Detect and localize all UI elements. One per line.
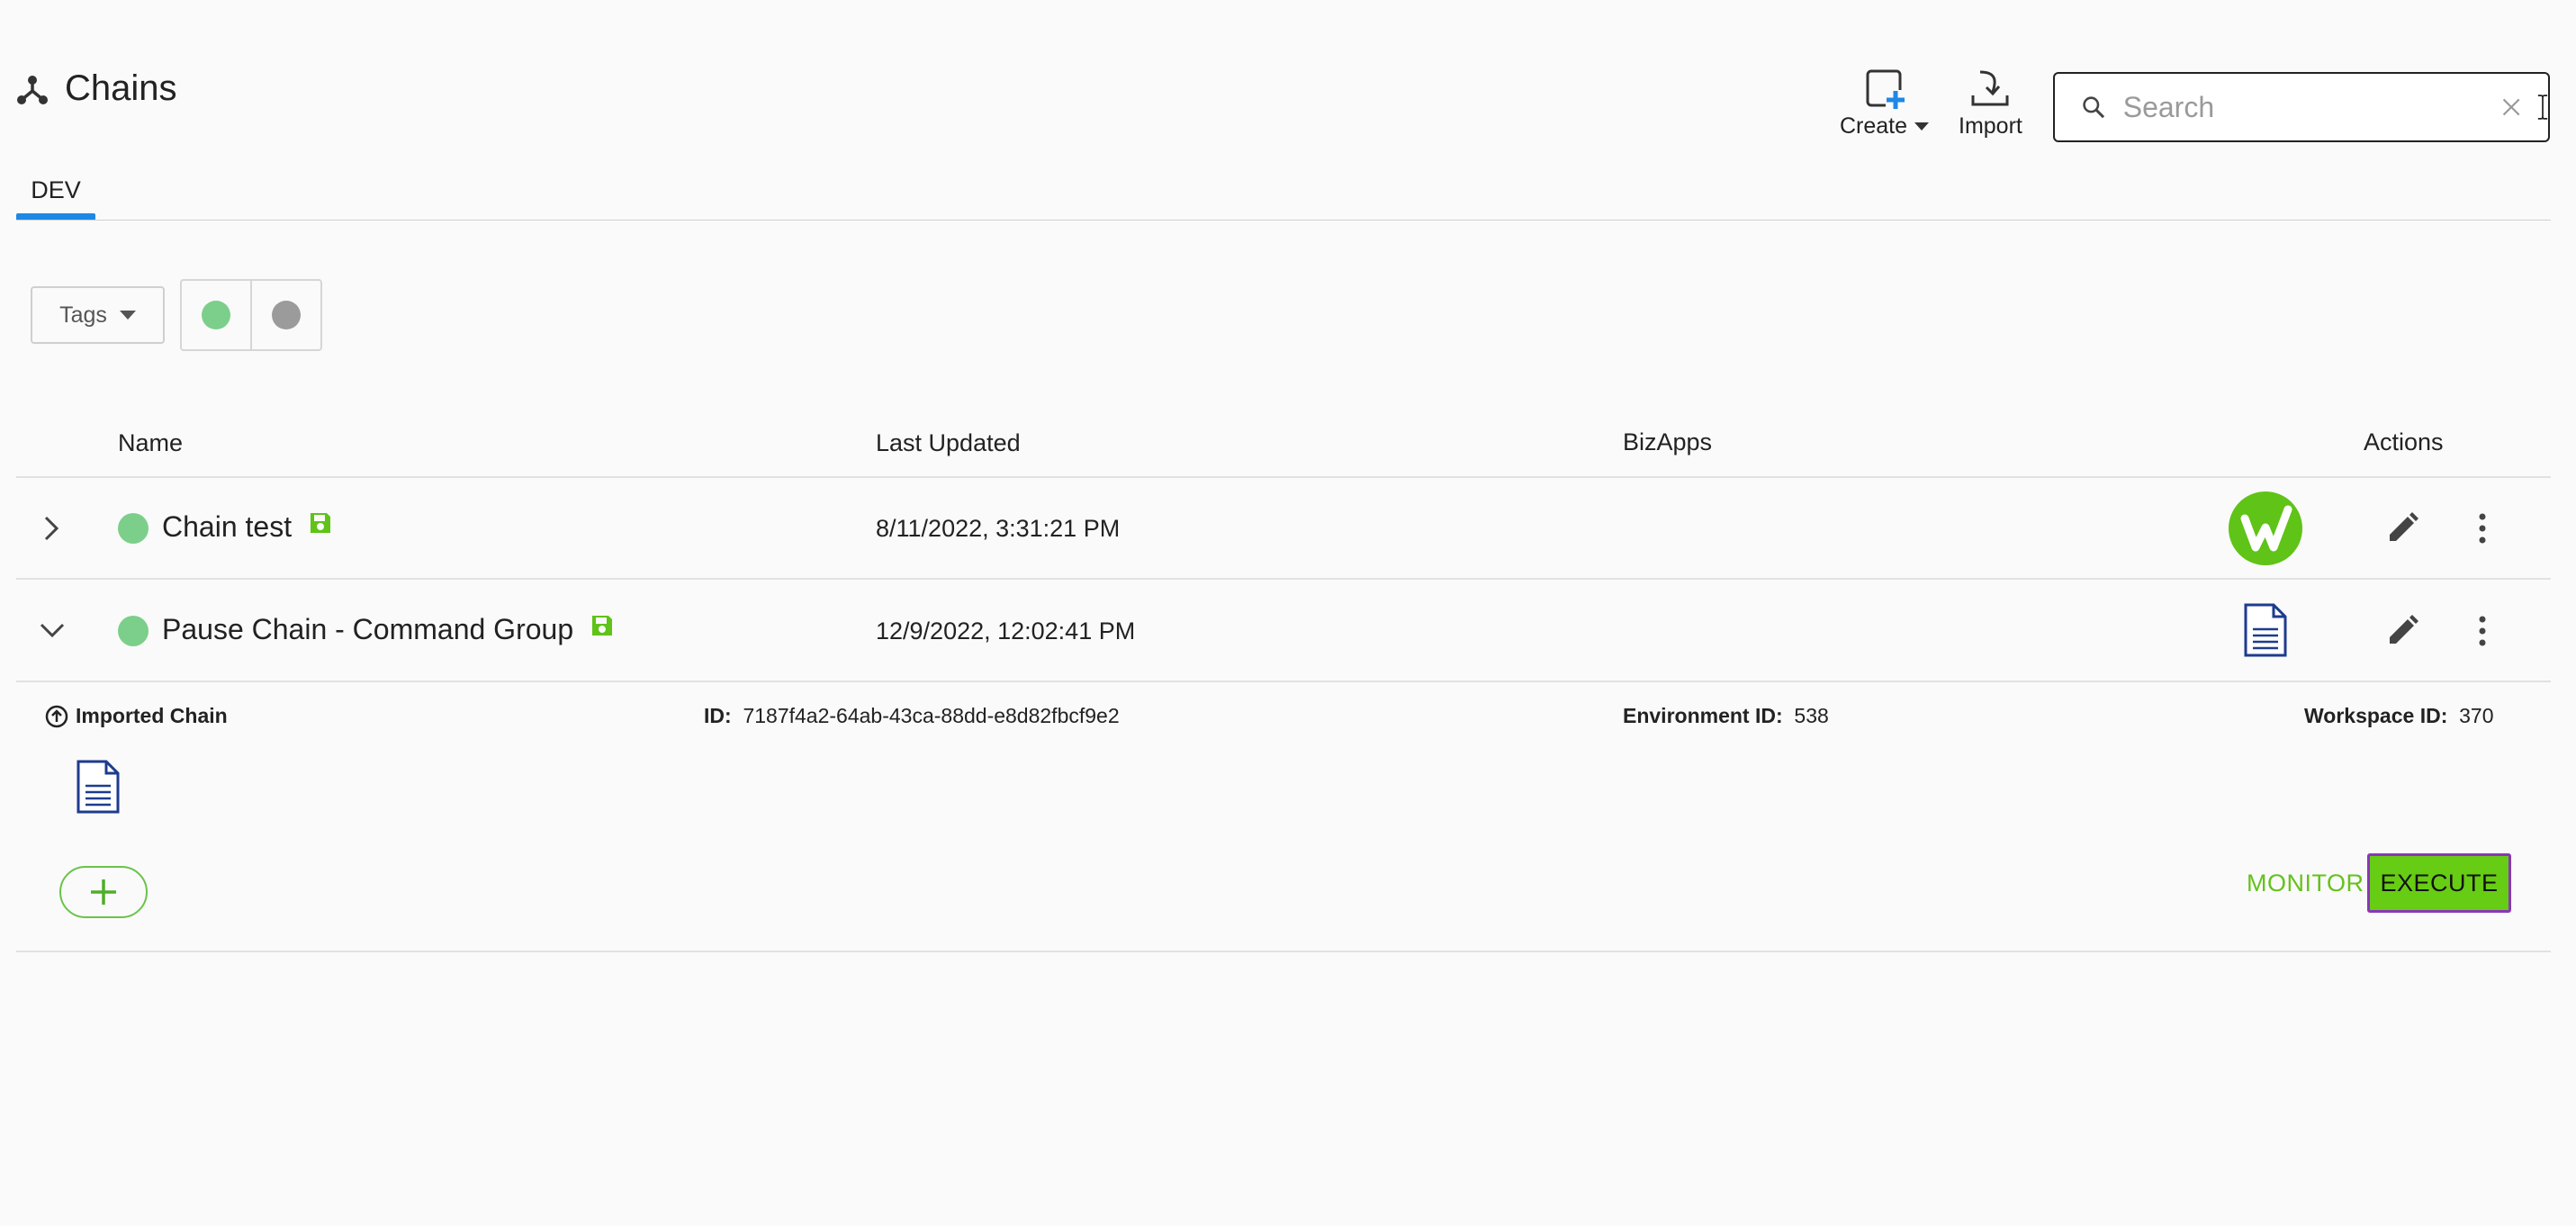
save-icon bbox=[311, 513, 330, 533]
create-button[interactable]: Create bbox=[1840, 68, 1930, 140]
environment-id-value: 538 bbox=[1794, 704, 1829, 727]
chain-id-value: 7187f4a2-64ab-43ca-88dd-e8d82fbcf9e2 bbox=[743, 704, 1120, 727]
workspace-id: Workspace ID: 370 bbox=[2304, 704, 2494, 728]
search-icon bbox=[2083, 96, 2105, 119]
chain-id: ID: 7187f4a2-64ab-43ca-88dd-e8d82fbcf9e2 bbox=[704, 704, 1120, 728]
text-cursor-icon bbox=[2537, 95, 2548, 120]
workspace-id-label: Workspace ID: bbox=[2304, 704, 2448, 727]
more-options-icon[interactable] bbox=[2473, 615, 2491, 647]
imported-chain-label: Imported Chain bbox=[76, 704, 228, 727]
column-header-name[interactable]: Name bbox=[118, 429, 183, 457]
column-header-actions: Actions bbox=[2364, 428, 2444, 455]
chevron-down-icon[interactable] bbox=[39, 621, 66, 641]
last-updated-date: 8/11/2022, 3:31:21 PM bbox=[876, 515, 1121, 542]
import-button[interactable]: Import bbox=[1959, 68, 2022, 140]
edit-icon[interactable] bbox=[2386, 512, 2418, 545]
execute-button[interactable]: EXECUTE bbox=[2367, 853, 2511, 913]
tab-divider bbox=[16, 220, 2551, 221]
tags-filter-dropdown[interactable]: Tags bbox=[31, 286, 165, 344]
create-label: Create bbox=[1840, 113, 1908, 139]
tags-filter-label: Tags bbox=[59, 302, 107, 328]
document-icon bbox=[2244, 603, 2287, 657]
status-filter-active[interactable] bbox=[182, 281, 250, 349]
status-dot bbox=[118, 616, 149, 646]
create-icon bbox=[1866, 69, 1905, 110]
status-filter-toggle bbox=[180, 279, 322, 351]
column-header-bizapps: BizApps bbox=[1623, 428, 1713, 455]
inactive-status-dot bbox=[272, 301, 301, 329]
search-input[interactable] bbox=[2121, 89, 2467, 125]
caret-down-icon bbox=[1914, 122, 1930, 131]
chain-id-label: ID: bbox=[704, 704, 732, 727]
import-label: Import bbox=[1959, 113, 2022, 139]
tab-dev[interactable]: DEV bbox=[16, 176, 95, 218]
import-icon bbox=[1971, 70, 2009, 106]
plus-icon bbox=[91, 879, 116, 905]
last-updated-date: 12/9/2022, 12:02:41 PM bbox=[876, 618, 1136, 645]
environment-id: Environment ID: 538 bbox=[1623, 704, 1829, 728]
edit-icon[interactable] bbox=[2386, 615, 2418, 647]
upload-circle-icon bbox=[45, 705, 68, 727]
chain-icon bbox=[17, 75, 48, 104]
table-row bbox=[0, 478, 2576, 579]
search-box[interactable] bbox=[2053, 72, 2550, 142]
caret-down-icon bbox=[119, 311, 136, 320]
section-divider bbox=[16, 951, 2551, 952]
more-options-icon[interactable] bbox=[2473, 512, 2491, 545]
page-header: Chains bbox=[16, 68, 177, 109]
chain-name[interactable]: Chain test bbox=[162, 510, 292, 544]
chain-name[interactable]: Pause Chain - Command Group bbox=[162, 613, 573, 646]
page-title: Chains bbox=[65, 68, 177, 108]
active-status-dot bbox=[202, 301, 230, 329]
column-header-last-updated[interactable]: Last Updated bbox=[876, 429, 1021, 457]
row-divider bbox=[16, 681, 2551, 682]
monitor-button[interactable]: MONITOR bbox=[2247, 870, 2364, 897]
clear-search-icon[interactable] bbox=[2501, 95, 2521, 119]
add-button[interactable] bbox=[59, 866, 148, 918]
environment-id-label: Environment ID: bbox=[1623, 704, 1783, 727]
document-icon[interactable] bbox=[76, 759, 121, 815]
workspace-id-value: 370 bbox=[2459, 704, 2494, 727]
save-icon bbox=[592, 616, 612, 636]
imported-chain-indicator: Imported Chain bbox=[45, 704, 228, 728]
status-filter-inactive[interactable] bbox=[250, 281, 320, 349]
workfront-logo-icon bbox=[2229, 491, 2302, 565]
chevron-right-icon[interactable] bbox=[42, 515, 62, 542]
status-dot bbox=[118, 513, 149, 544]
